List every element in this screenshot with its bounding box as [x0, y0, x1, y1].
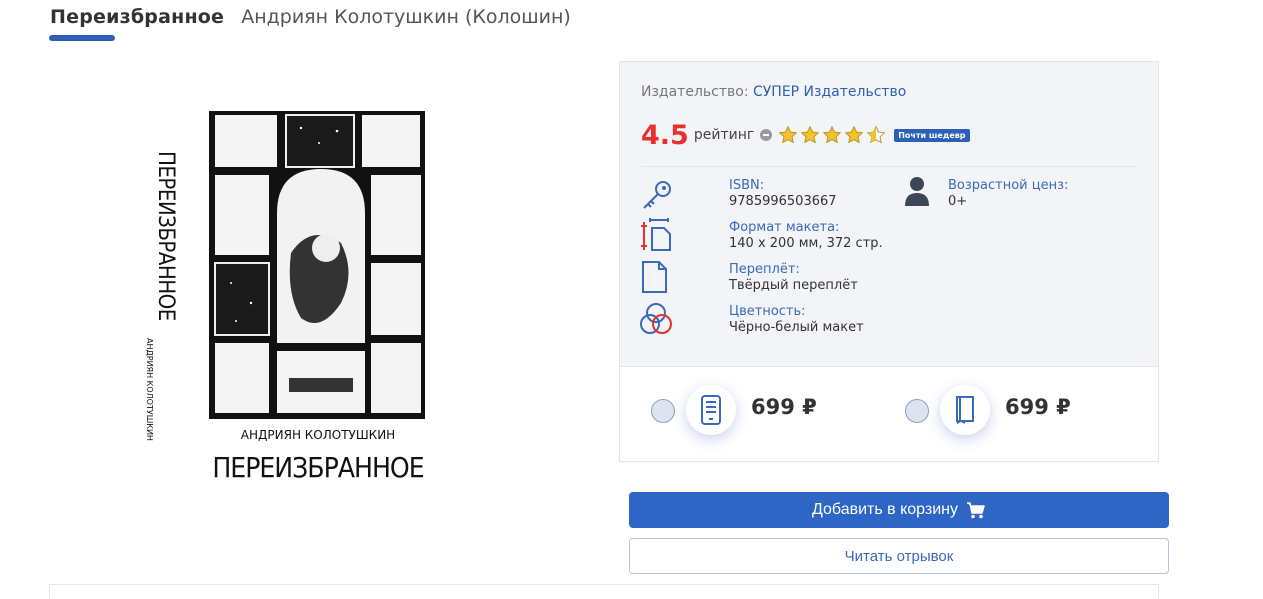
age-value: 0+ — [948, 194, 968, 209]
add-to-cart-button[interactable]: Добавить в корзину — [629, 492, 1169, 528]
rating-value: 4.5 — [641, 119, 689, 151]
color-label: Цветность: — [729, 304, 806, 319]
format-price-panel: 699 ₽ 699 ₽ — [619, 366, 1159, 462]
format-field: Формат макета: 140 х 200 мм, 372 стр. — [729, 220, 883, 252]
cover-spine-title: ПЕРЕИЗБРАННОЕ — [153, 151, 178, 321]
print-price: 699 ₽ — [1005, 395, 1071, 419]
publisher-link[interactable]: СУПЕР Издательство — [753, 84, 906, 100]
ebook-radio[interactable] — [651, 399, 675, 423]
isbn-field: ISBN: 9785996503667 — [729, 178, 837, 210]
rating-row: 4.5 рейтинг Почти шедевр — [641, 118, 970, 152]
book-details-panel: Издательство: СУПЕР Издательство 4.5 рей… — [619, 61, 1159, 367]
isbn-label: ISBN: — [729, 178, 765, 193]
format-label: Формат макета: — [729, 220, 840, 235]
cart-icon — [967, 502, 985, 519]
print-format-button[interactable] — [940, 385, 990, 435]
rating-stars[interactable] — [778, 125, 888, 145]
cover-author: АНДРИЯН КОЛОТУШКИН — [241, 428, 395, 442]
user-icon — [905, 177, 929, 206]
isbn-value: 9785996503667 — [729, 194, 837, 209]
publisher-label: Издательство: — [641, 84, 749, 100]
read-excerpt-label: Читать отрывок — [844, 547, 954, 565]
color-circles-icon — [640, 303, 672, 334]
book-author[interactable]: Андриян Колотушкин (Колошин) — [241, 6, 571, 28]
color-field: Цветность: Чёрно-белый макет — [729, 304, 864, 336]
publisher-row: Издательство: СУПЕР Издательство — [641, 84, 906, 100]
color-value: Чёрно-белый макет — [729, 320, 864, 335]
binding-field: Переплёт: Твёрдый переплёт — [729, 262, 858, 294]
book-title: Переизбранное — [50, 6, 225, 28]
format-size-icon — [641, 218, 671, 251]
star-icon[interactable] — [822, 125, 842, 145]
ebook-reader-icon — [701, 395, 721, 425]
cover-spine-author: АНДРИЯН КОЛОТУШКИН — [145, 338, 154, 441]
book-icon — [956, 396, 974, 424]
cover-title: ПЕРЕИЗБРАННОЕ — [212, 451, 423, 484]
star-icon[interactable] — [844, 125, 864, 145]
star-half-icon[interactable] — [866, 125, 886, 145]
rating-badge: Почти шедевр — [894, 128, 970, 142]
binding-label: Переплёт: — [729, 262, 800, 277]
star-icon[interactable] — [778, 125, 798, 145]
key-icon — [643, 181, 671, 209]
read-excerpt-button[interactable]: Читать отрывок — [629, 538, 1169, 574]
book-cover-image[interactable]: ПЕРЕИЗБРАННОЕ АНДРИЯН КОЛОТУШКИН АНДРИЯН… — [141, 103, 431, 495]
add-to-cart-label: Добавить в корзину — [811, 501, 958, 518]
divider — [641, 166, 1137, 167]
description-section — [49, 584, 1159, 599]
ebook-format-button[interactable] — [686, 385, 736, 435]
binding-icon — [642, 261, 667, 293]
print-radio[interactable] — [905, 399, 929, 423]
title-underline — [49, 35, 115, 41]
format-value: 140 х 200 мм, 372 стр. — [729, 236, 883, 251]
minus-circle-icon[interactable] — [760, 129, 773, 141]
rating-label: рейтинг — [693, 127, 755, 143]
star-icon[interactable] — [800, 125, 820, 145]
age-label: Возрастной ценз: — [948, 178, 1069, 193]
ebook-price: 699 ₽ — [751, 395, 817, 419]
binding-value: Твёрдый переплёт — [729, 278, 858, 293]
age-field: Возрастной ценз: 0+ — [948, 178, 1068, 210]
page-heading: Переизбранное Андриян Колотушкин (Колоши… — [50, 6, 571, 28]
